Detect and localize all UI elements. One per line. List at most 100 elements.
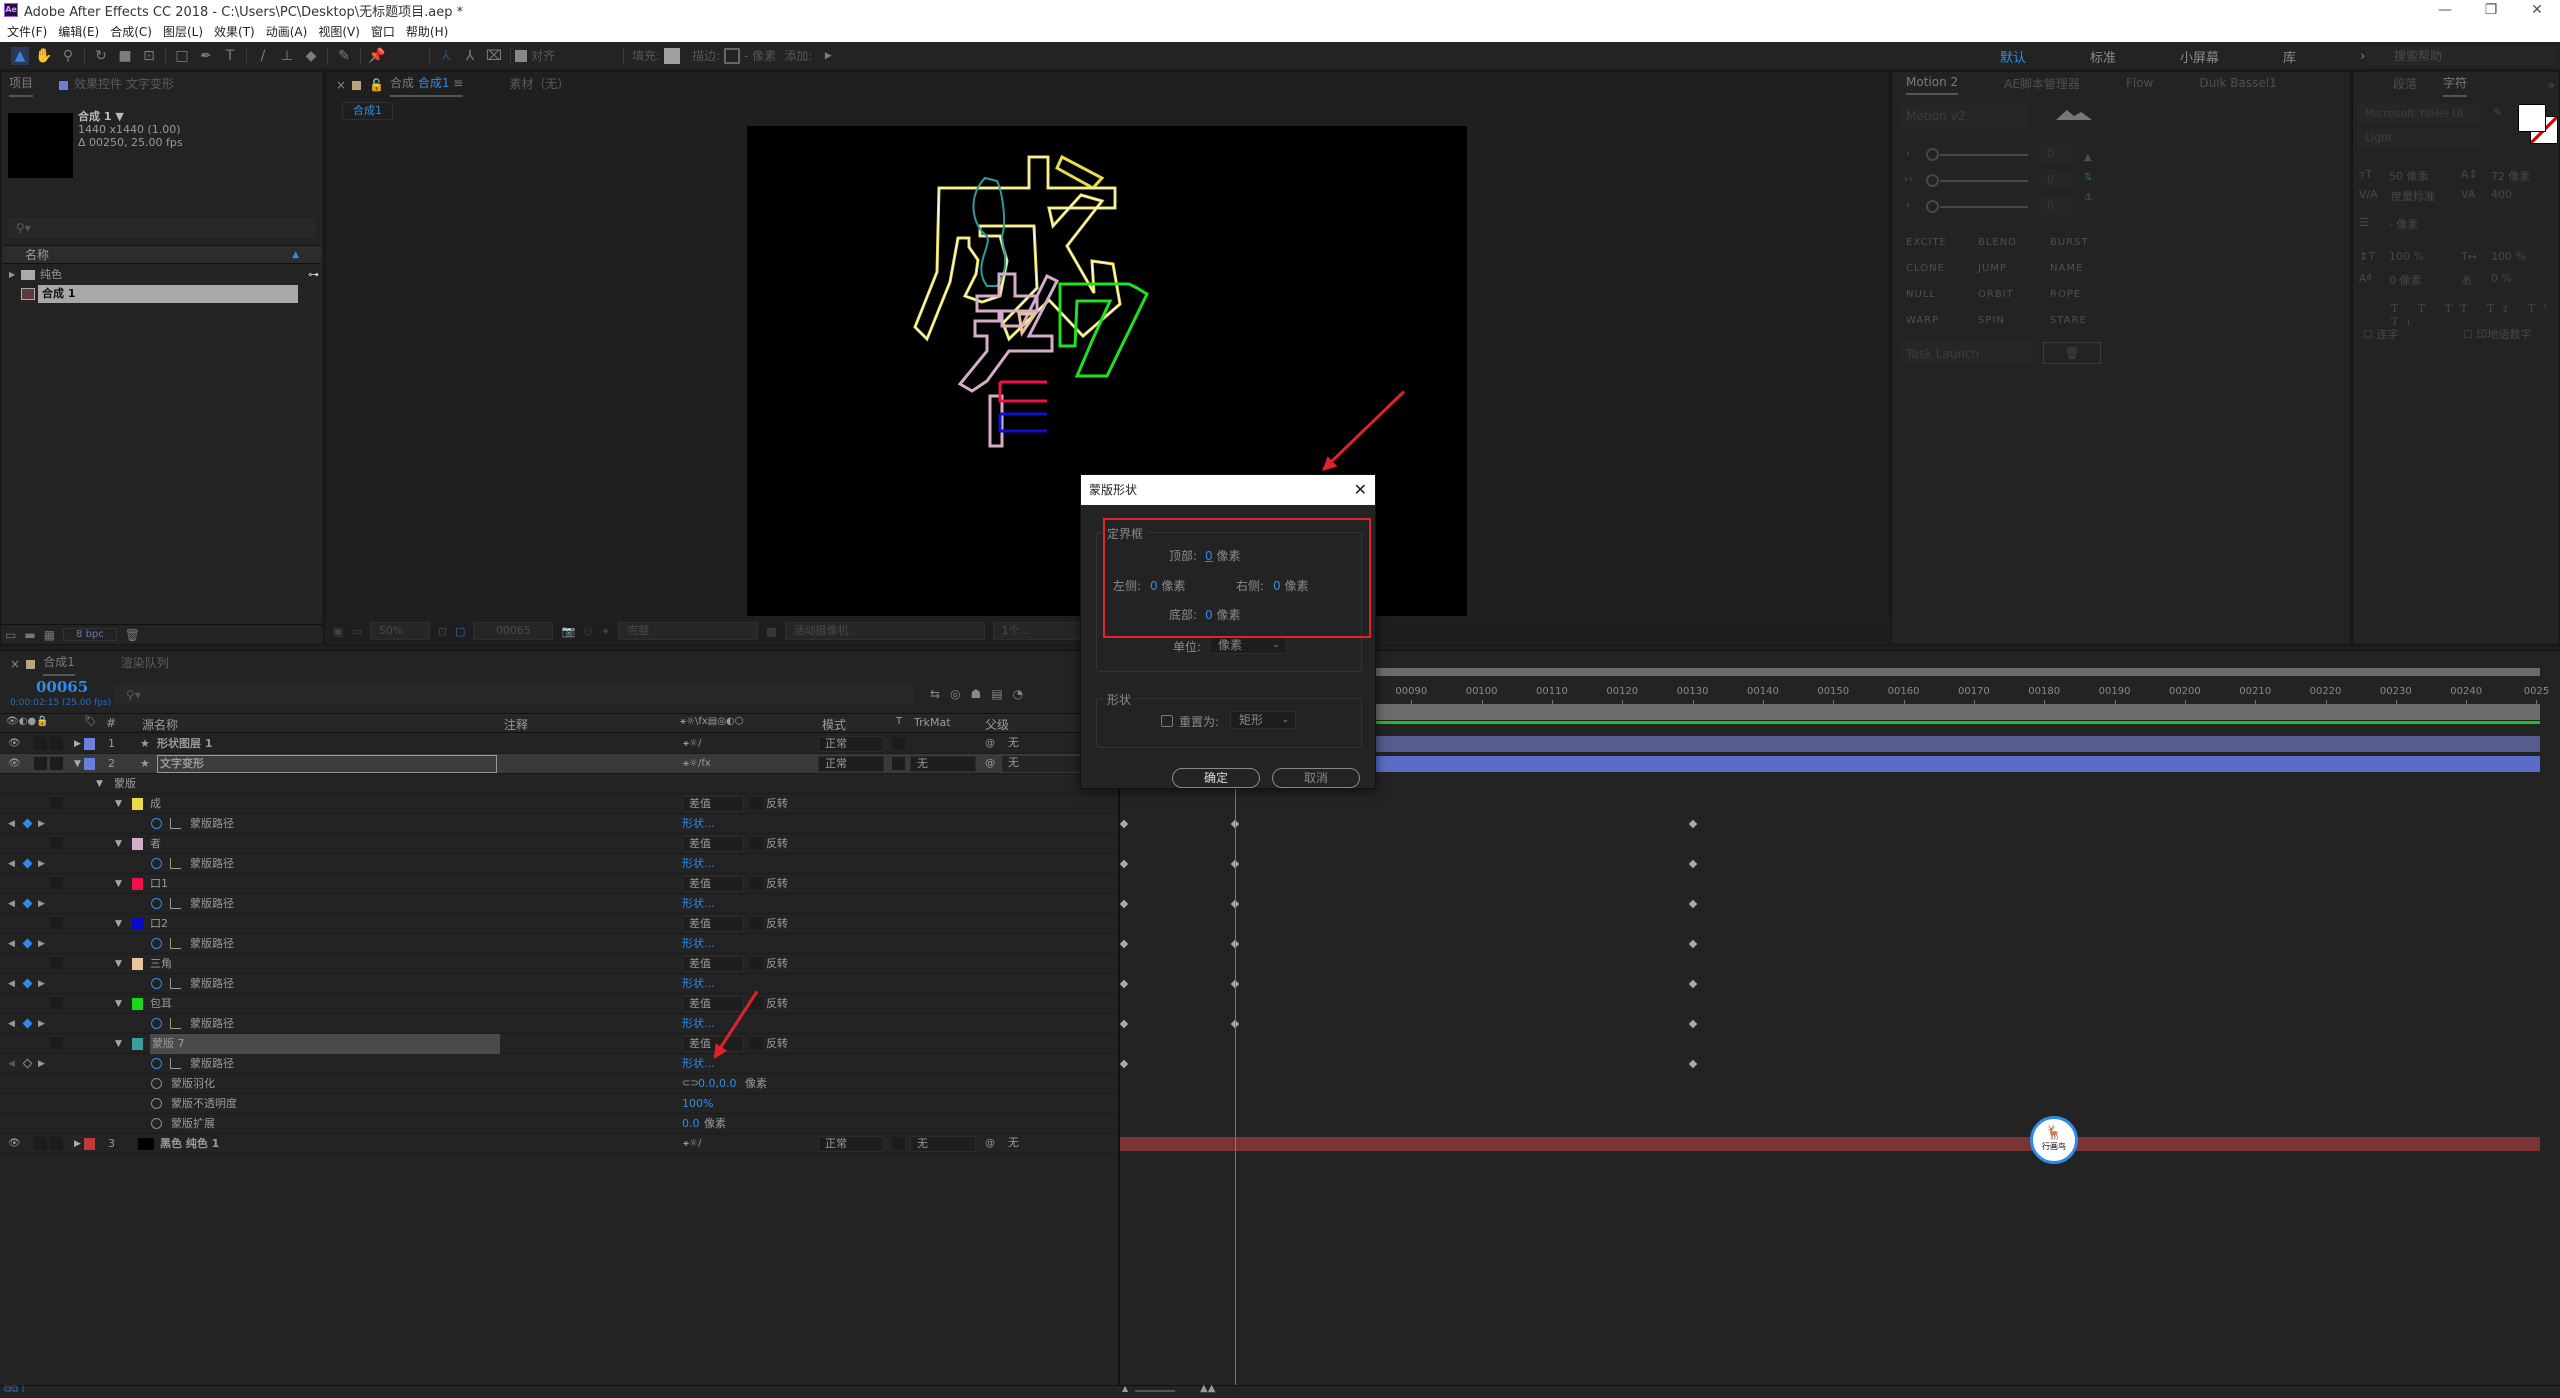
graph-icon[interactable] bbox=[170, 978, 181, 989]
close-icon[interactable]: × bbox=[10, 657, 20, 671]
motion-blur-icon[interactable]: ◔ bbox=[1013, 687, 1033, 701]
label-color[interactable] bbox=[84, 1138, 95, 1150]
keyframe-toggle-icon[interactable] bbox=[22, 978, 33, 989]
snapshot-icon[interactable]: 📷 bbox=[561, 625, 575, 638]
keyframe-offscreen-left[interactable] bbox=[1119, 1059, 1129, 1069]
solo-switch[interactable] bbox=[34, 757, 47, 770]
mask-row[interactable]: ▼ 三角 差值 反转 bbox=[0, 954, 1118, 974]
project-column-header[interactable]: 名称 ▲ bbox=[3, 245, 321, 264]
menu-layer[interactable]: 图层(L) bbox=[163, 23, 203, 40]
invert-checkbox[interactable] bbox=[750, 797, 763, 810]
stopwatch-icon[interactable] bbox=[151, 938, 162, 949]
vertical-scale-value[interactable]: 100 % bbox=[2389, 250, 2424, 263]
tab-script-manager[interactable]: AE脚本管理器 bbox=[2004, 75, 2080, 96]
prev-keyframe-icon[interactable]: ◀ bbox=[8, 1014, 15, 1034]
workspace-default[interactable]: 默认 bbox=[2000, 47, 2026, 66]
mask-path-row[interactable]: ◀ ▶ 蒙版路径 形状... bbox=[0, 894, 1118, 914]
mask-color[interactable] bbox=[132, 1038, 143, 1050]
transparency-grid-icon[interactable]: ▩ bbox=[766, 625, 776, 638]
restore-icon[interactable]: ❐ bbox=[2468, 0, 2514, 20]
prev-keyframe-icon[interactable]: ◀ bbox=[8, 894, 15, 914]
tsume-value[interactable]: 0 % bbox=[2491, 272, 2512, 285]
property-value[interactable]: 0.0 bbox=[682, 1114, 700, 1134]
tab-render-queue[interactable]: 渲染队列 bbox=[121, 654, 169, 675]
zoom-in-icon[interactable]: ▲▲ bbox=[1200, 1383, 1215, 1394]
motion-stare-button[interactable]: STARE bbox=[2050, 315, 2087, 326]
expand-triangle-icon[interactable]: ▼ bbox=[115, 834, 122, 854]
stroke-width[interactable]: - 像素 bbox=[744, 47, 776, 64]
motion-warp-button[interactable]: WARP bbox=[1906, 315, 1939, 326]
mask-mode-select[interactable]: 差值 bbox=[682, 916, 744, 932]
tab-footage[interactable]: 素材（无） bbox=[509, 75, 569, 96]
graph-icon[interactable] bbox=[170, 818, 181, 829]
text-style-buttons[interactable]: T T TT Tт T¹ T₁ bbox=[2391, 302, 2559, 328]
next-keyframe-icon[interactable]: ▶ bbox=[38, 934, 45, 954]
layer-name[interactable]: 形状图层 1 bbox=[157, 734, 212, 754]
keyframe[interactable] bbox=[1688, 1019, 1697, 1029]
mask-mode-select[interactable]: 差值 bbox=[682, 876, 744, 892]
mask-lock-switch[interactable] bbox=[50, 837, 63, 850]
expand-triangle-icon[interactable]: ▶ bbox=[74, 734, 81, 754]
mask-lock-switch[interactable] bbox=[50, 1037, 63, 1050]
font-size-value[interactable]: 50 像素 bbox=[2389, 168, 2429, 184]
column-comment[interactable]: 注释 bbox=[504, 716, 528, 733]
align-checkbox[interactable] bbox=[515, 49, 527, 62]
add-label[interactable]: 添加: bbox=[784, 47, 812, 64]
switches[interactable]: ⚹☼/fx bbox=[683, 754, 711, 774]
mask-shape-value[interactable]: 形状... bbox=[682, 1014, 715, 1034]
zoom-tool-icon[interactable]: ⚲ bbox=[59, 47, 77, 65]
layer-row[interactable]: 👁 ▶ 3 黑色 纯色 1 ⚹☼/ 正常 无 @ 无 bbox=[0, 1134, 1118, 1154]
mode-select[interactable]: 正常 bbox=[818, 756, 884, 772]
stopwatch-icon[interactable] bbox=[151, 1078, 162, 1089]
project-item-folder[interactable]: ▶ 纯色 ⊶ bbox=[3, 266, 321, 284]
mask-name[interactable]: 口1 bbox=[150, 874, 168, 894]
eye-icon[interactable]: 👁 bbox=[8, 734, 21, 754]
stopwatch-icon[interactable] bbox=[151, 1098, 162, 1109]
brush-tool-icon[interactable]: / bbox=[254, 47, 272, 65]
bpc-button[interactable]: 8 bpc bbox=[63, 628, 117, 641]
units-select[interactable]: 像素 ⌄ bbox=[1209, 636, 1287, 654]
mask-row[interactable]: ▼ 口1 差值 反转 bbox=[0, 874, 1118, 894]
comp-breadcrumb[interactable]: 合成1 bbox=[342, 102, 393, 120]
task-launch-select[interactable]: Task Launch bbox=[1898, 342, 2033, 366]
stroke-width-value[interactable]: - 像素 bbox=[2389, 216, 2418, 232]
shy-icon[interactable]: ☗ bbox=[971, 687, 992, 701]
solo-switch[interactable] bbox=[34, 1137, 47, 1150]
prev-keyframe-icon[interactable]: ◀ bbox=[8, 814, 15, 834]
layer-name[interactable]: 黑色 纯色 1 bbox=[160, 1134, 219, 1154]
tab-timeline-comp[interactable]: 合成1 bbox=[43, 653, 75, 676]
menu-composition[interactable]: 合成(C) bbox=[110, 23, 152, 40]
property-value[interactable]: 100% bbox=[682, 1094, 713, 1114]
roto-brush-icon[interactable]: ✎ bbox=[335, 47, 353, 65]
graph-icon[interactable] bbox=[170, 898, 181, 909]
invert-checkbox[interactable] bbox=[750, 877, 763, 890]
anchor-icon[interactable]: ⚓ bbox=[2084, 192, 2094, 203]
column-mode[interactable]: 模式 bbox=[822, 716, 846, 733]
mask-mode-select[interactable]: 差值 bbox=[682, 836, 744, 852]
pickwhip-icon[interactable]: @ bbox=[985, 1134, 995, 1154]
mask-property-row[interactable]: 蒙版不透明度 100% bbox=[0, 1094, 1118, 1114]
show-snapshot-icon[interactable]: ⚇ bbox=[583, 625, 593, 638]
expand-triangle-icon[interactable]: ▼ bbox=[115, 794, 122, 814]
motion-clone-button[interactable]: CLONE bbox=[1906, 263, 1945, 274]
workspace-library[interactable]: 库 bbox=[2283, 47, 2296, 66]
layer-bar-3[interactable] bbox=[1120, 1137, 2540, 1151]
mask-lock-switch[interactable] bbox=[50, 917, 63, 930]
tab-paragraph[interactable]: 段落 bbox=[2393, 75, 2417, 96]
parent-select[interactable]: 无 bbox=[1002, 756, 1090, 772]
mask-property-row[interactable]: 蒙版羽化 ⊂⊃ 0.0,0.0 像素 bbox=[0, 1074, 1118, 1094]
track-matte-t[interactable] bbox=[892, 1137, 905, 1150]
next-keyframe-icon[interactable]: ▶ bbox=[38, 974, 45, 994]
mask-name[interactable]: 者 bbox=[150, 834, 161, 854]
add-menu-icon[interactable]: ▶ bbox=[819, 47, 837, 65]
keyframe-toggle-icon[interactable] bbox=[22, 858, 33, 869]
zoom-out-icon[interactable]: ▲ bbox=[1122, 1384, 1128, 1393]
mask-lock-switch[interactable] bbox=[50, 997, 63, 1010]
mask-lock-switch[interactable] bbox=[50, 877, 63, 890]
mask-name[interactable]: 口2 bbox=[150, 914, 168, 934]
rectangle-tool-icon[interactable]: □ bbox=[173, 47, 191, 65]
next-keyframe-icon[interactable]: ▶ bbox=[38, 814, 45, 834]
column-name[interactable]: 名称 bbox=[25, 248, 49, 262]
font-style-select[interactable]: Light bbox=[2357, 128, 2479, 148]
mask-path-row[interactable]: ◀ ▶ 蒙版路径 形状... bbox=[0, 814, 1118, 834]
